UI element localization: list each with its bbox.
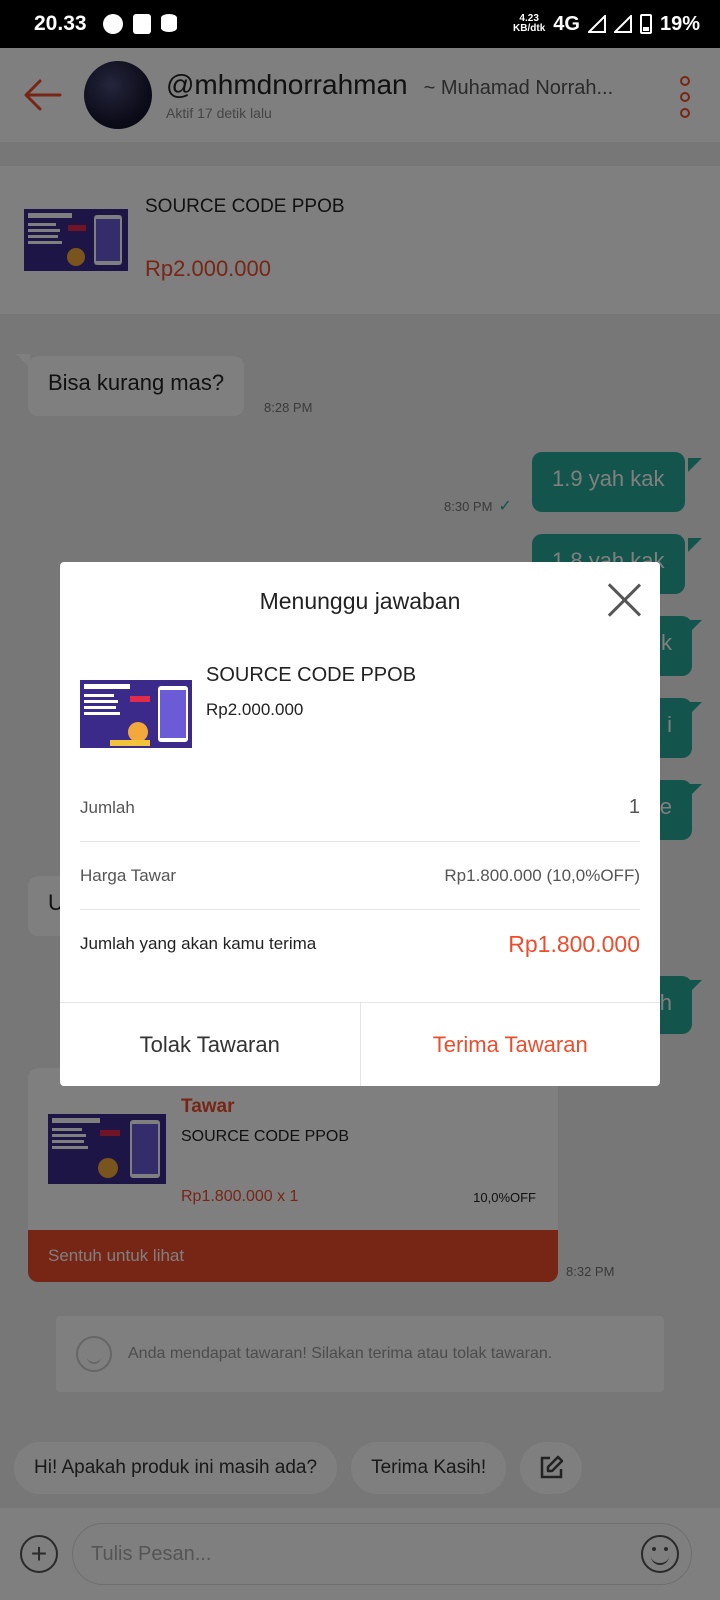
status-bar: 20.33 4.23 KB/dtk 4G 19%: [0, 0, 720, 48]
shopping-bag-icon: [132, 14, 151, 34]
close-icon[interactable]: [606, 582, 642, 618]
dialog-actions: Tolak Tawaran Terima Tawaran: [60, 1002, 660, 1086]
battery-icon: [639, 14, 652, 34]
dialog-product-thumbnail: [80, 680, 192, 748]
database-warning-icon: [160, 14, 183, 34]
offer-price-row: Harga Tawar Rp1.800.000 (10,0%OFF): [80, 842, 640, 910]
offer-dialog: Menunggu jawaban SOURCE CODE PPOB Rp2.00…: [60, 562, 660, 1086]
status-time: 20.33: [34, 12, 87, 35]
dialog-product-title: SOURCE CODE PPOB: [206, 664, 417, 686]
quantity-row: Jumlah 1: [80, 774, 640, 842]
reject-offer-button[interactable]: Tolak Tawaran: [60, 1003, 361, 1086]
signal-icon: [587, 15, 606, 33]
network-type: 4G: [553, 12, 580, 35]
net-speed: 4.23 KB/dtk: [513, 13, 546, 34]
receive-amount-row: Jumlah yang akan kamu terima Rp1.800.000: [80, 930, 640, 957]
dialog-product-price: Rp2.000.000: [206, 700, 304, 719]
dialog-title: Menunggu jawaban: [259, 588, 461, 614]
signal-icon-2: [613, 15, 632, 33]
battery-level: 19%: [659, 12, 700, 35]
notification-icon: [102, 14, 123, 34]
accept-offer-button[interactable]: Terima Tawaran: [361, 1003, 661, 1086]
